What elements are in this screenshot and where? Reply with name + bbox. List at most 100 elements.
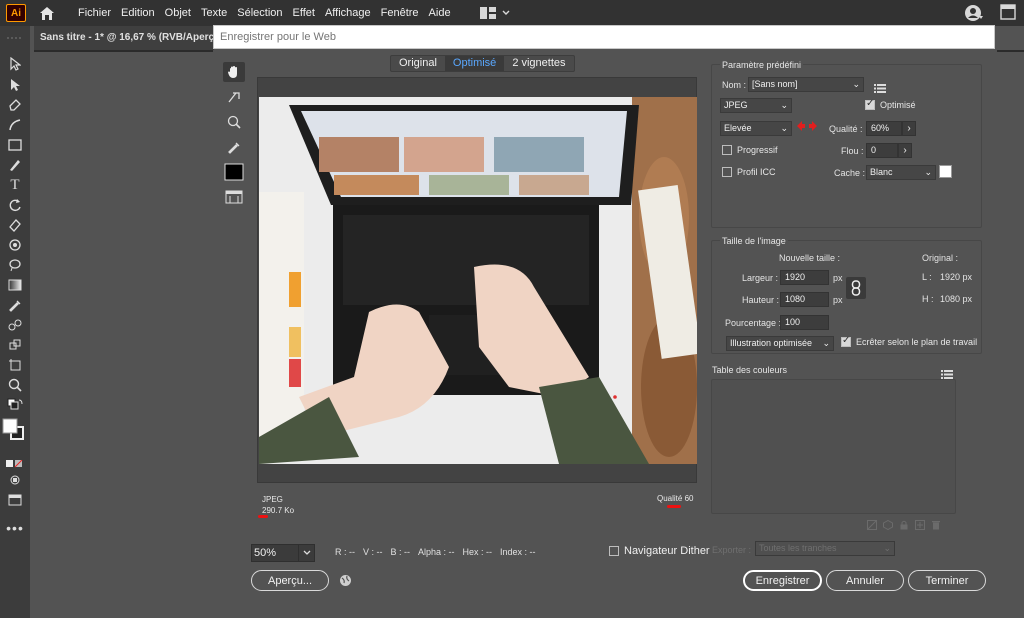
symbol-sprayer-tool-icon[interactable] — [6, 337, 24, 353]
trash-icon[interactable] — [931, 520, 941, 530]
tab-original[interactable]: Original — [391, 56, 445, 71]
selection-tool-icon[interactable] — [6, 56, 24, 72]
resample-quality-select[interactable]: Illustration optimisée ⌄ — [726, 336, 834, 351]
readout-hex: Hex : -- — [462, 547, 493, 557]
lock-icon[interactable] — [899, 520, 909, 530]
gradient-tool-icon[interactable] — [6, 277, 24, 293]
workspace-switcher[interactable] — [479, 7, 510, 19]
hand-tool-icon[interactable] — [223, 62, 245, 82]
constrain-proportions-link-icon[interactable] — [846, 277, 866, 299]
menu-texte[interactable]: Texte — [196, 0, 232, 26]
width-input[interactable]: 1920 — [780, 270, 829, 285]
quality-slider-toggle[interactable]: › — [902, 121, 916, 136]
shape-builder-tool-icon[interactable] — [6, 237, 24, 253]
drawing-mode-icon[interactable] — [6, 472, 24, 488]
matte-color-swatch[interactable] — [939, 165, 952, 178]
menu-objet[interactable]: Objet — [160, 0, 196, 26]
menu-affichage[interactable]: Affichage — [320, 0, 376, 26]
menu-aide[interactable]: Aide — [424, 0, 456, 26]
toggle-slices-visibility-icon[interactable] — [223, 187, 245, 207]
save-button[interactable]: Enregistrer — [743, 570, 822, 591]
home-icon[interactable] — [38, 4, 56, 22]
browser-globe-icon[interactable] — [339, 574, 352, 592]
menubar-right — [964, 4, 1016, 22]
default-colors-icon[interactable] — [6, 397, 24, 413]
icc-profile-checkbox[interactable] — [722, 167, 732, 177]
clip-to-artboard-toggle[interactable]: Ecrêter selon le plan de travail — [841, 335, 977, 347]
format-value: JPEG — [724, 100, 748, 110]
eyedropper-icon[interactable] — [223, 137, 245, 157]
preset-name-value: [Sans nom] — [752, 79, 798, 89]
screen-mode-icon[interactable] — [6, 492, 24, 508]
quality-level-select[interactable]: Elevée ⌄ — [720, 121, 792, 136]
chevron-down-icon: ⌄ — [780, 100, 788, 110]
eraser-tool-icon[interactable] — [6, 217, 24, 233]
quality-input[interactable]: 60% — [866, 121, 902, 136]
percent-input[interactable]: 100 — [780, 315, 829, 330]
pen-tool-icon[interactable] — [6, 97, 24, 113]
eyedropper-color-swatch[interactable] — [223, 162, 245, 182]
export-value: Toutes les tranches — [759, 543, 837, 553]
save-for-web-title-input[interactable] — [213, 25, 995, 49]
chevron-down-icon[interactable] — [298, 545, 314, 561]
lasso-tool-icon[interactable] — [6, 257, 24, 273]
rotate-tool-icon[interactable] — [6, 197, 24, 213]
image-size-title: Taille de l'image — [720, 236, 788, 246]
app-logo: Ai — [6, 4, 26, 22]
zoom-icon[interactable] — [223, 112, 245, 132]
cancel-button[interactable]: Annuler — [826, 570, 904, 591]
artboard-tool-icon[interactable] — [6, 357, 24, 373]
height-input[interactable]: 1080 — [780, 292, 829, 307]
matte-select[interactable]: Blanc ⌄ — [866, 165, 936, 180]
optimise-checkbox[interactable] — [865, 98, 875, 110]
chevron-down-icon: ⌄ — [822, 338, 830, 348]
export-select[interactable]: Toutes les tranches ⌄ — [755, 541, 895, 556]
more-tools-icon[interactable]: ••• — [6, 520, 24, 536]
optimized-preview-image[interactable] — [259, 97, 697, 464]
blur-slider-toggle[interactable]: › — [898, 143, 912, 158]
blur-input[interactable]: 0 — [866, 143, 898, 158]
arrange-documents-icon[interactable] — [1000, 4, 1016, 20]
preview-button[interactable]: Aperçu... — [251, 570, 329, 591]
paintbrush-tool-icon[interactable] — [6, 157, 24, 173]
map-color-icon[interactable] — [867, 520, 877, 530]
new-color-icon[interactable] — [915, 520, 925, 530]
preset-menu-icon[interactable] — [874, 80, 886, 98]
document-tab[interactable]: Sans titre - 1* @ 16,67 % (RVB/Aperçu) — [34, 26, 214, 50]
slice-select-tool-icon[interactable] — [223, 87, 245, 107]
fill-stroke-icon[interactable] — [2, 418, 24, 440]
original-height-value: 1080 px — [940, 294, 973, 304]
color-table-area[interactable] — [711, 379, 956, 514]
rectangle-tool-icon[interactable] — [6, 137, 24, 153]
menu-selection[interactable]: Sélection — [232, 0, 287, 26]
zoom-level-select[interactable]: 50% — [251, 544, 315, 562]
eyedropper-tool-icon[interactable] — [6, 297, 24, 313]
preset-name-select[interactable]: [Sans nom] ⌄ — [748, 77, 864, 92]
progressive-checkbox[interactable] — [722, 145, 732, 155]
navigator-dither-checkbox[interactable] — [609, 546, 619, 556]
account-icon[interactable] — [964, 4, 984, 22]
format-select[interactable]: JPEG ⌄ — [720, 98, 792, 113]
menu-effet[interactable]: Effet — [288, 0, 320, 26]
preview-button-label: Aperçu... — [267, 574, 313, 587]
menu-fenetre[interactable]: Fenêtre — [376, 0, 424, 26]
web-snap-icon[interactable] — [883, 520, 893, 530]
clip-to-artboard-checkbox[interactable] — [841, 335, 851, 347]
color-mode-icon[interactable] — [6, 456, 24, 472]
tab-optimise[interactable]: Optimisé — [444, 56, 505, 71]
menu-edition[interactable]: Edition — [116, 0, 160, 26]
blend-tool-icon[interactable] — [6, 317, 24, 333]
done-button[interactable]: Terminer — [908, 570, 986, 591]
navigator-dither-toggle[interactable]: Navigateur Dither — [609, 545, 710, 557]
direct-selection-tool-icon[interactable] — [6, 77, 24, 93]
red-annotation-mark — [667, 505, 681, 508]
tab-2-vignettes[interactable]: 2 vignettes — [504, 56, 573, 71]
optimise-toggle[interactable]: Optimisé — [865, 98, 916, 110]
quality-level-value: Elevée — [724, 123, 752, 133]
curvature-tool-icon[interactable] — [6, 117, 24, 133]
menu-fichier[interactable]: Fichier — [73, 0, 116, 26]
zoom-tool-icon[interactable] — [6, 377, 24, 393]
icc-profile-toggle[interactable]: Profil ICC — [722, 167, 776, 177]
type-tool-icon[interactable]: T — [6, 177, 24, 193]
progressive-toggle[interactable]: Progressif — [722, 145, 778, 155]
